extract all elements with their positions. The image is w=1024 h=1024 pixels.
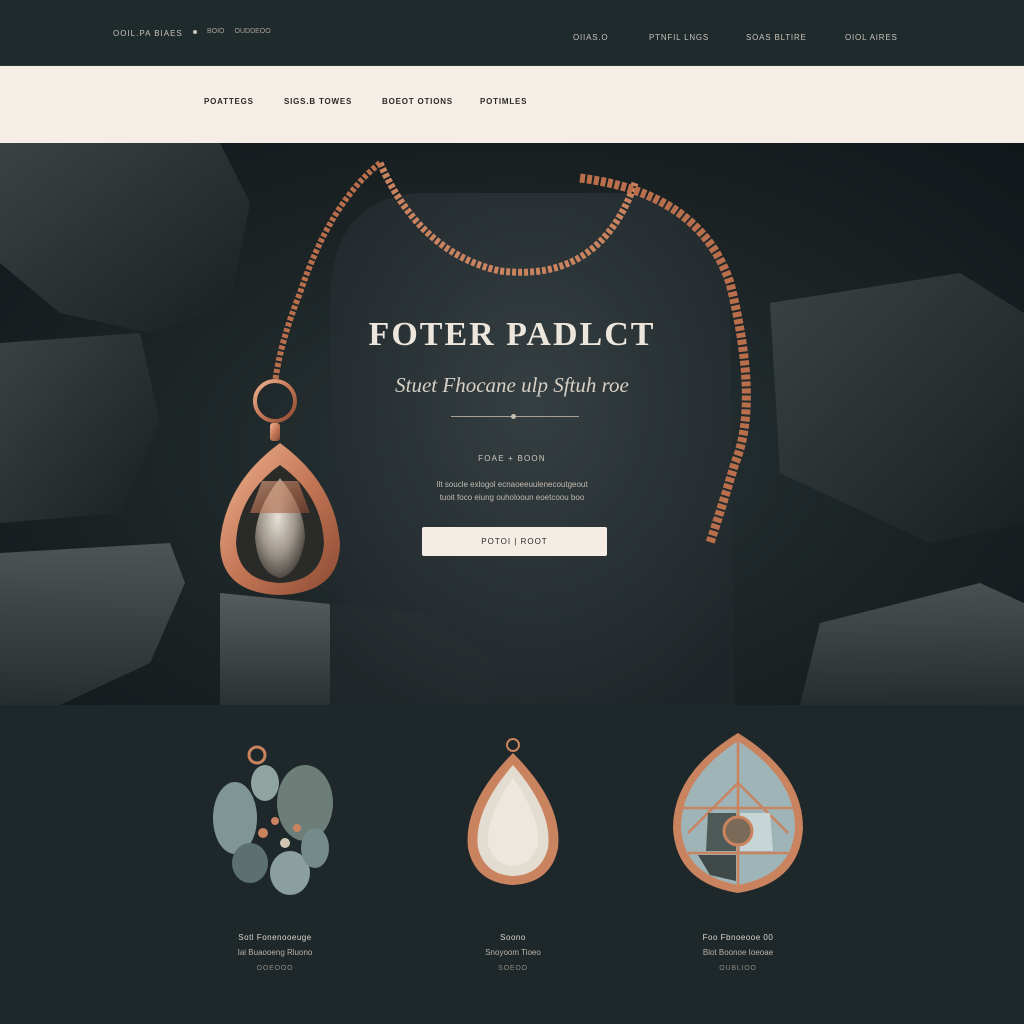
hero-subtitle: Stuet Fhocane ulp Sftuh roe [395, 373, 629, 397]
top-link-2[interactable]: PTNFIL LNGS [649, 33, 746, 42]
product-description: Iai Buaooeng Rluono [237, 948, 313, 957]
product-name: Sotl Fonenooeuge [238, 933, 312, 942]
hero-background-image [0, 143, 1024, 705]
brand-name[interactable]: OOIL.PA BIAES [113, 29, 183, 38]
product-name: Soono [500, 933, 526, 942]
hero-description: Ilt soucle exlogol ecnaoeeuulenecoutgeou… [0, 478, 1024, 504]
product-price: SOEOO [498, 965, 528, 972]
nav-link-3[interactable]: BOEOT OTIONS [382, 97, 480, 106]
top-link-1[interactable]: OIIAS.O [573, 33, 649, 42]
brand-sub-text: BOIO [207, 28, 225, 35]
hero-banner: FOTER PADLCT Stuet Fhocane ulp Sftuh roe… [0, 143, 1024, 705]
top-link-3[interactable]: SOAS BLTIRE [746, 33, 845, 42]
hero-desc-line-2: tuoit foco eiung ouholooun eoetcoou boo [439, 493, 585, 502]
brand-sub-text-2: OUDDEOO [234, 28, 271, 35]
hero-label: FOAE + BOON [478, 454, 546, 463]
quartz-pendant-icon [467, 738, 559, 885]
hero-title: FOTER PADLCT [368, 316, 656, 353]
product-description: Blot Boonoe Ioeoae [702, 948, 774, 957]
hero-divider [451, 414, 579, 419]
main-nav: POATTEGS SIGS.B TOWES BOEOT OTIONS POTIM… [204, 97, 527, 106]
bullet-icon [193, 29, 197, 34]
nav-link-2[interactable]: SIGS.B TOWES [284, 97, 382, 106]
hero-desc-line-1: Ilt soucle exlogol ecnaoeeuulenecoutgeou… [436, 480, 588, 489]
top-nav: OIIAS.O PTNFIL LNGS SOAS BLTIRE OIOL AIR… [573, 33, 898, 42]
product-grid: Sotl Fonenooeuge Iai Buaooeng Rluono OOE… [0, 705, 1024, 1024]
product-price: OOEOOO [256, 965, 294, 972]
hero-cta-button[interactable]: POTOI | ROOT [422, 527, 607, 556]
product-name: Foo Fbnoeooe 00 [702, 933, 774, 942]
top-link-4[interactable]: OIOL AIRES [845, 33, 898, 42]
mosaic-brooch-icon [673, 733, 803, 893]
nav-link-1[interactable]: POATTEGS [204, 97, 284, 106]
product-price: OUBLIOO [719, 965, 757, 972]
brand-tagline: BOIO OUDDEOO [193, 28, 271, 35]
product-description: Snoyoom Tioeo [485, 948, 541, 957]
nav-link-4[interactable]: POTIMLES [480, 97, 527, 106]
top-bar: OOIL.PA BIAES BOIO OUDDEOO OIIAS.O PTNFI… [0, 0, 1024, 66]
stone-cluster-icon [213, 745, 333, 895]
